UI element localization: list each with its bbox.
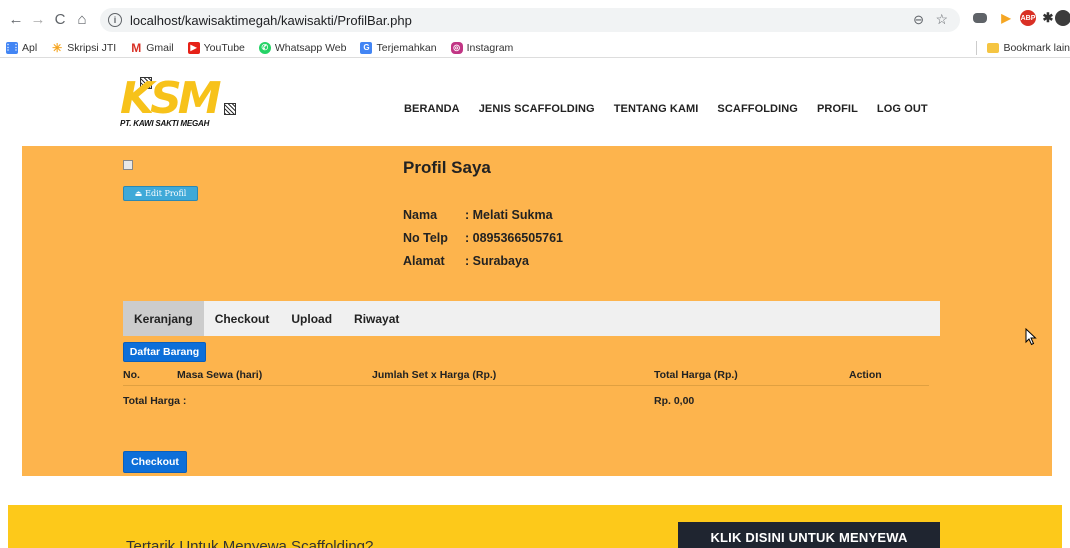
profile-row: No Telp : 0895366505761: [403, 231, 564, 245]
scaffold-icon: [224, 103, 236, 115]
browser-toolbar: ← → C ⌂ i localhost/kawisaktimegah/kawis…: [0, 0, 1070, 38]
bookmark-item[interactable]: ✳ Skripsi JTI: [51, 40, 116, 55]
mouse-cursor-icon: [1025, 328, 1037, 346]
column-header: No.: [123, 369, 140, 381]
tab-bar: Keranjang Checkout Upload Riwayat: [123, 301, 940, 336]
profile-photo: [123, 160, 133, 170]
company-logo[interactable]: KSM PT. KAWI SAKTI MEGAH: [118, 75, 243, 131]
url-text[interactable]: localhost/kawisaktimegah/kawisakti/Profi…: [130, 13, 412, 28]
tab-upload[interactable]: Upload: [280, 301, 343, 336]
other-bookmarks[interactable]: Bookmark lain: [976, 41, 1070, 55]
nav-jenis-scaffolding[interactable]: JENIS SCAFFOLDING: [479, 103, 595, 115]
profile-avatar-icon[interactable]: [1055, 10, 1070, 26]
column-header: Action: [849, 369, 882, 381]
nav-tentang-kami[interactable]: TENTANG KAMI: [614, 103, 699, 115]
profile-info: Nama : Melati Sukma No Telp : 0895366505…: [403, 208, 563, 277]
tab-keranjang[interactable]: Keranjang: [123, 301, 204, 336]
adblock-icon[interactable]: ABP: [1020, 10, 1036, 26]
rent-now-button[interactable]: KLIK DISINI UNTUK MENYEWA: [678, 522, 940, 548]
folder-icon: [987, 43, 1000, 53]
nav-scaffolding[interactable]: SCAFFOLDING: [717, 103, 798, 115]
column-header: Total Harga (Rp.): [654, 369, 738, 381]
column-header: Jumlah Set x Harga (Rp.): [372, 369, 497, 381]
bookmarks-bar: ⋮⋮ Apl ✳ Skripsi JTI M Gmail ▶ YouTube ✆ What…: [0, 38, 1070, 58]
nav-log-out[interactable]: LOG OUT: [877, 103, 928, 115]
tabs-panel: Keranjang Checkout Upload Riwayat Daftar…: [123, 301, 940, 475]
column-header: Masa Sewa (hari): [177, 369, 263, 381]
cart-table-header: No. Masa Sewa (hari) Jumlah Set x Harga …: [123, 369, 929, 386]
apps-grid-icon: ⋮⋮: [4, 41, 20, 54]
profile-row: Nama : Melati Sukma: [403, 208, 553, 222]
cta-text: Tertarik Untuk Menyewa Scaffolding?: [126, 538, 374, 548]
bookmark-item[interactable]: M Gmail: [130, 40, 173, 55]
cloud-extension-icon[interactable]: [973, 13, 987, 23]
translate-icon: G: [360, 41, 373, 54]
reload-icon[interactable]: C: [50, 9, 70, 29]
edit-profile-button[interactable]: ⏏ Edit Profil: [123, 186, 198, 201]
logo-subtitle: PT. KAWI SAKTI MEGAH: [120, 119, 210, 128]
profile-row: Alamat : Surabaya: [403, 254, 529, 268]
divider: [976, 41, 978, 55]
main-nav: BERANDA JENIS SCAFFOLDING TENTANG KAMI S…: [404, 103, 947, 115]
star-burst-icon: ✳: [52, 40, 63, 55]
info-icon[interactable]: i: [108, 13, 122, 27]
upload-icon: ⏏: [134, 189, 143, 198]
logo-text: KSM: [120, 73, 222, 124]
home-icon[interactable]: ⌂: [72, 9, 92, 29]
tab-riwayat[interactable]: Riwayat: [343, 301, 410, 336]
instagram-icon: ◎: [450, 41, 463, 54]
puzzle-extension-icon[interactable]: ✱: [1040, 10, 1056, 26]
forward-icon[interactable]: →: [28, 9, 48, 29]
total-value: Rp. 0,00: [654, 395, 695, 407]
tab-checkout[interactable]: Checkout: [204, 301, 281, 336]
nav-beranda[interactable]: BERANDA: [404, 103, 460, 115]
whatsapp-icon: ✆: [258, 41, 271, 54]
site-header: KSM PT. KAWI SAKTI MEGAH BERANDA JENIS S…: [0, 58, 1070, 146]
play-extension-icon[interactable]: ▶: [998, 10, 1014, 26]
gmail-icon: M: [131, 40, 142, 55]
nav-profil[interactable]: PROFIL: [817, 103, 858, 115]
bookmark-item[interactable]: ▶ YouTube: [187, 41, 245, 54]
bookmark-item[interactable]: G Terjemahkan: [360, 41, 437, 54]
bookmark-item[interactable]: ⋮⋮ Apl: [4, 41, 37, 54]
zoom-icon[interactable]: ⊖: [913, 12, 924, 28]
bookmark-item[interactable]: ◎ Instagram: [450, 41, 513, 54]
back-icon[interactable]: ←: [6, 9, 26, 29]
address-bar[interactable]: i localhost/kawisaktimegah/kawisakti/Pro…: [100, 8, 960, 32]
youtube-icon: ▶: [187, 41, 200, 54]
rent-cta-banner: Tertarik Untuk Menyewa Scaffolding? KLIK…: [8, 505, 1062, 548]
bookmark-item[interactable]: ✆ Whatsapp Web: [258, 41, 346, 54]
page-title: Profil Saya: [403, 158, 491, 177]
daftar-barang-button[interactable]: Daftar Barang: [123, 342, 206, 362]
bookmark-star-icon[interactable]: ☆: [935, 11, 948, 28]
profile-section: ⏏ Edit Profil Profil Saya Nama : Melati …: [22, 146, 1052, 476]
checkout-button[interactable]: Checkout: [123, 451, 187, 473]
total-label: Total Harga :: [123, 395, 187, 407]
